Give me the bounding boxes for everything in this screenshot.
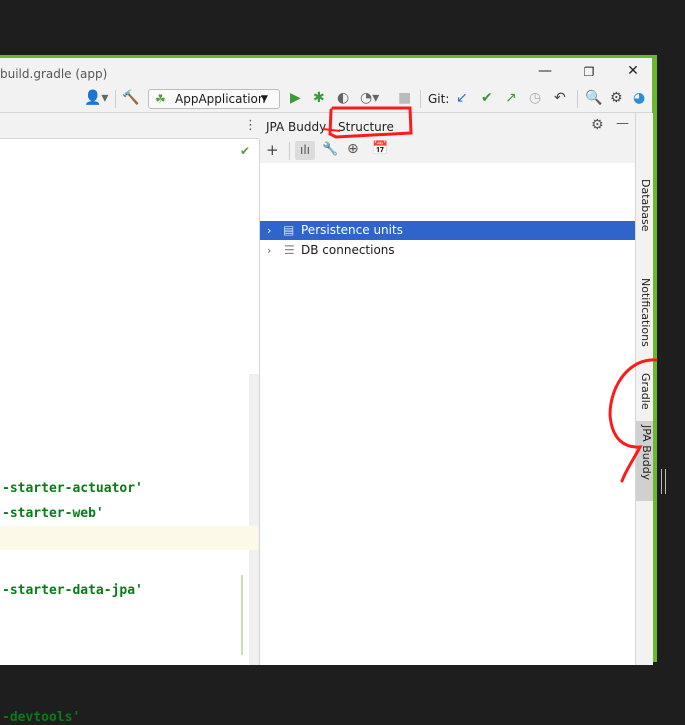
window-title: build.gradle (app)	[0, 67, 108, 81]
minimize-button[interactable]: —	[535, 63, 555, 79]
tool-notifications[interactable]: Notifications	[639, 278, 652, 347]
tree-item-label: Persistence units	[301, 223, 403, 237]
run-icon[interactable]: ▶	[290, 90, 301, 106]
toolbar-divider	[420, 90, 421, 108]
right-tool-strip: Database Notifications Gradle JPA Buddy	[635, 113, 653, 665]
run-config-label: AppApplication	[175, 92, 266, 106]
stop-icon[interactable]: ■	[398, 90, 411, 106]
tab-jpa-buddy[interactable]: JPA Buddy	[266, 120, 326, 134]
wrench-icon[interactable]: 🔧	[322, 142, 338, 157]
add-icon[interactable]: +	[266, 141, 279, 159]
jpa-structure-tree: › ▤ Persistence units › ☰ DB connections	[260, 163, 635, 665]
editor-tab-bar: ⋮	[0, 113, 259, 139]
spring-icon: ☘	[155, 92, 166, 106]
code-editor[interactable]: ✔ -starter-actuator' -starter-web' -star…	[0, 139, 260, 725]
panel-gear-icon[interactable]: ⚙	[591, 117, 604, 133]
locate-target-icon[interactable]: ⊕	[347, 141, 359, 157]
run-configuration-select[interactable]: ☘ AppApplication ▼	[148, 89, 280, 109]
close-button[interactable]: ✕	[623, 63, 643, 79]
git-commit-icon[interactable]: ✔	[481, 90, 493, 106]
tool-jpa-buddy[interactable]: JPA Buddy	[636, 421, 653, 501]
database-icon: ☰	[284, 243, 295, 257]
main-toolbar: 👤▾ 🔨 ☘ AppApplication ▼ ▶ ✱ ◐ ◔▾ ■ Git: …	[0, 86, 652, 113]
toolbar-divider	[289, 142, 290, 160]
tree-item-persistence-units[interactable]: › ▤ Persistence units	[260, 221, 635, 240]
toolbar-divider	[115, 90, 116, 108]
group-view-icon[interactable]: ılı	[295, 141, 315, 160]
debug-icon[interactable]: ✱	[313, 90, 325, 106]
history-icon[interactable]: ◷	[529, 90, 541, 106]
more-options-icon[interactable]: ⋮	[244, 118, 257, 133]
tool-window-header: JPA Buddy Structure ⚙ —	[260, 113, 635, 138]
code-line: -starter-actuator'	[2, 481, 143, 496]
resize-grip-icon	[661, 469, 666, 494]
folder-icon: ▤	[283, 223, 295, 237]
profile-icon[interactable]: ◔▾	[360, 90, 379, 106]
calendar-icon[interactable]: 📅	[372, 141, 388, 156]
tool-gradle[interactable]: Gradle	[639, 373, 652, 410]
user-icon[interactable]: 👤▾	[84, 90, 108, 106]
settings-gear-icon[interactable]: ⚙	[610, 90, 623, 106]
code-line: -devtools'	[2, 710, 81, 725]
screen-background-top	[0, 0, 685, 55]
hide-panel-icon[interactable]: —	[616, 116, 629, 131]
title-bar: build.gradle (app) — ❐ ✕	[0, 61, 652, 86]
editor-scrollbar[interactable]	[249, 374, 259, 665]
build-hammer-icon[interactable]: 🔨	[122, 90, 139, 106]
rollback-icon[interactable]: ↶	[554, 90, 566, 106]
panel-toolbar: + ılı 🔧 ⊕ 📅	[260, 139, 635, 164]
chevron-down-icon: ▼	[261, 94, 268, 104]
tree-item-label: DB connections	[301, 243, 395, 257]
tree-item-db-connections[interactable]: › ☰ DB connections	[260, 241, 635, 260]
code-line: -starter-data-jpa'	[2, 583, 143, 598]
inspection-ok-icon: ✔	[240, 144, 251, 158]
search-icon[interactable]: 🔍	[585, 90, 602, 106]
current-line-highlight	[0, 526, 258, 550]
git-update-icon[interactable]: ↙	[456, 90, 468, 106]
toolbar-divider	[577, 90, 578, 108]
restore-button[interactable]: ❐	[579, 65, 599, 79]
ide-window: build.gradle (app) — ❐ ✕ 👤▾ 🔨 ☘ AppAppli…	[0, 55, 657, 725]
git-label: Git:	[428, 92, 450, 106]
vcs-change-marker	[241, 575, 243, 655]
tool-database[interactable]: Database	[639, 179, 652, 232]
tab-structure[interactable]: Structure	[338, 120, 394, 134]
chevron-right-icon[interactable]: ›	[267, 221, 271, 240]
screen-background-right	[657, 55, 685, 662]
git-push-icon[interactable]: ↗	[505, 90, 517, 106]
coverage-icon[interactable]: ◐	[337, 90, 349, 106]
code-line: -starter-web'	[2, 506, 104, 521]
jetbrains-logo-icon[interactable]: ◕	[633, 90, 645, 106]
chevron-right-icon[interactable]: ›	[267, 241, 271, 260]
